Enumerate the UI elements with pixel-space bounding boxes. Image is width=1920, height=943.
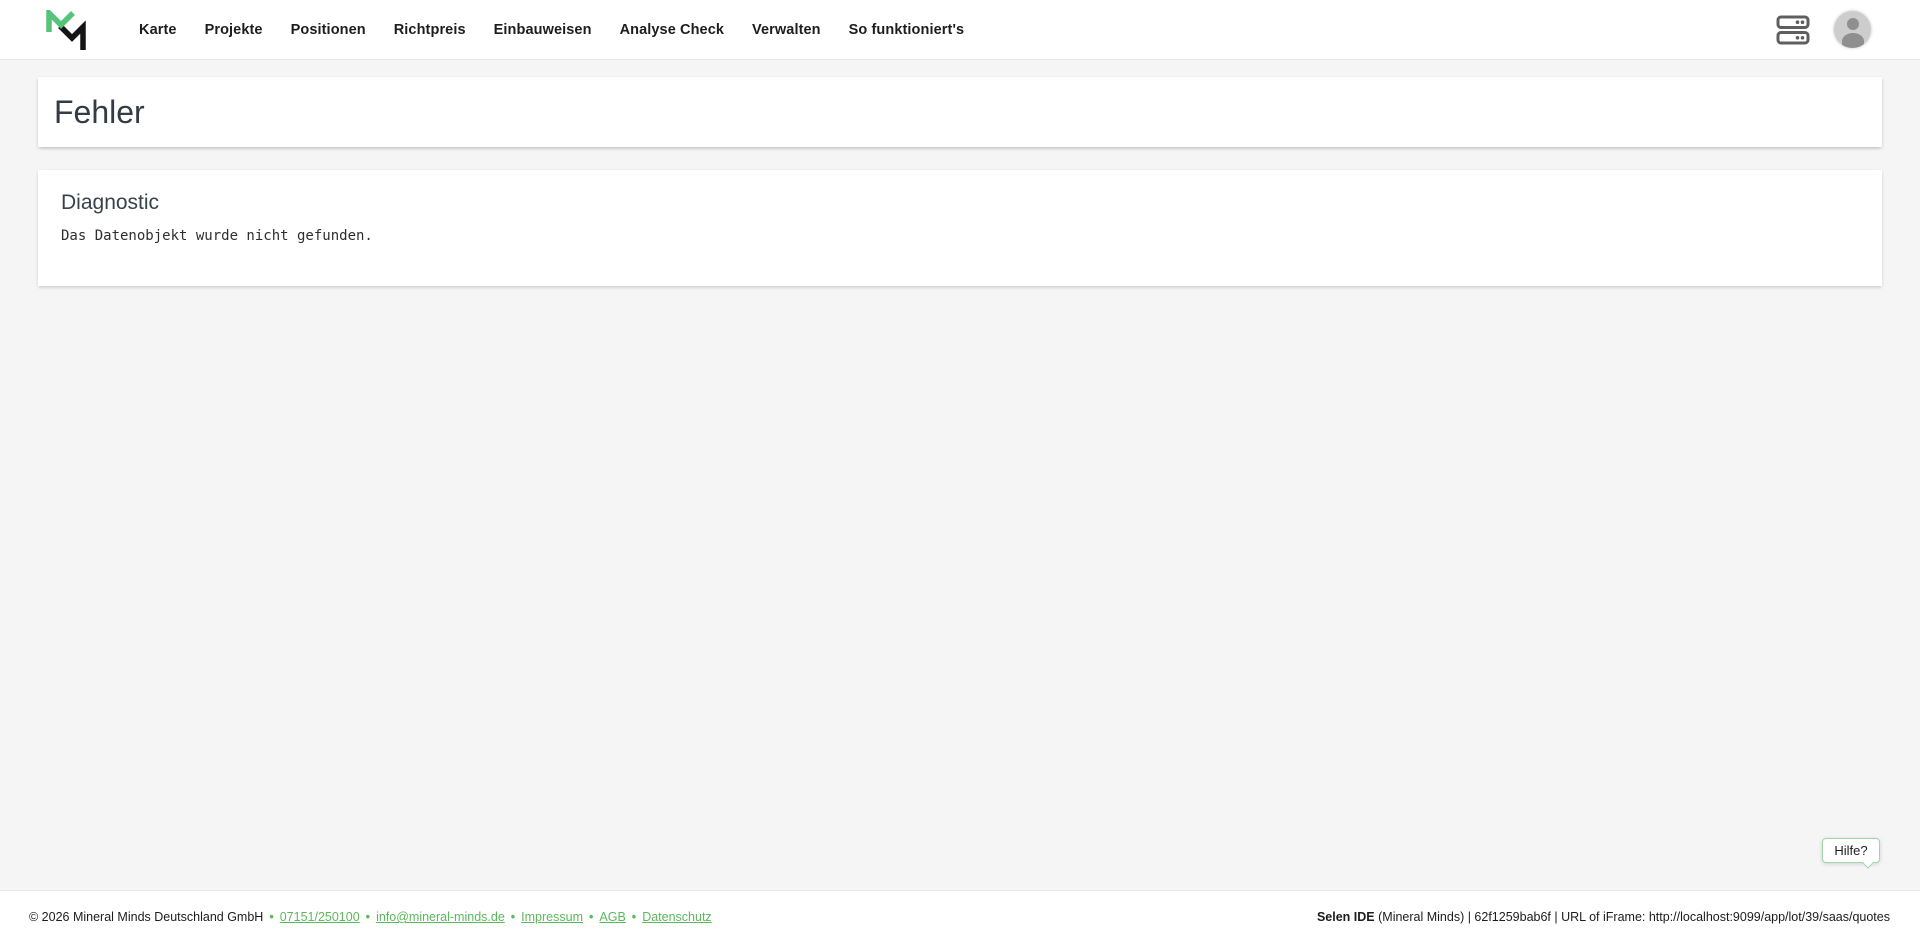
server-icon-glyph <box>1776 15 1810 45</box>
help-button[interactable]: Hilfe? <box>1822 838 1880 863</box>
footer-separator: • <box>269 910 273 924</box>
logo-mm-monogram-icon <box>46 10 86 50</box>
avatar-head-shape <box>1847 18 1859 30</box>
content-area: Fehler Diagnostic Das Datenobjekt wurde … <box>0 77 1920 286</box>
nav-item-analyse-check[interactable]: Analyse Check <box>620 22 724 38</box>
impressum-link[interactable]: Impressum <box>521 910 583 924</box>
nav-item-projekte[interactable]: Projekte <box>205 22 263 38</box>
footer-separator: • <box>511 910 515 924</box>
diagnostic-heading: Diagnostic <box>61 191 1858 215</box>
nav-item-verwalten[interactable]: Verwalten <box>752 22 821 38</box>
nav-item-positionen[interactable]: Positionen <box>291 22 366 38</box>
footer-separator: • <box>632 910 636 924</box>
footer-legal: © 2026 Mineral Minds Deutschland GmbH • … <box>29 910 712 924</box>
ide-name: Selen IDE <box>1317 910 1375 924</box>
diagnostic-card: Diagnostic Das Datenobjekt wurde nicht g… <box>38 170 1882 286</box>
diagnostic-message: Das Datenobjekt wurde nicht gefunden. <box>61 228 1858 244</box>
avatar-body-shape <box>1842 33 1864 48</box>
page-title: Fehler <box>54 94 145 131</box>
nav-item-einbauweisen[interactable]: Einbauweisen <box>494 22 592 38</box>
main-nav: Karte Projekte Positionen Richtpreis Ein… <box>139 22 964 38</box>
nav-item-so-funktionierts[interactable]: So funktioniert's <box>849 22 965 38</box>
email-link[interactable]: info@mineral-minds.de <box>376 910 505 924</box>
nav-item-richtpreis[interactable]: Richtpreis <box>394 22 466 38</box>
top-nav-bar: Karte Projekte Positionen Richtpreis Ein… <box>0 0 1920 60</box>
speech-bubble-tail <box>1862 857 1873 868</box>
header-actions <box>1776 11 1871 48</box>
mineral-minds-logo[interactable] <box>46 10 86 50</box>
help-label: Hilfe? <box>1834 843 1867 858</box>
footer-system-info: Selen IDE (Mineral Minds) | 62f1259bab6f… <box>1317 910 1890 924</box>
footer-separator: • <box>366 910 370 924</box>
user-avatar-icon[interactable] <box>1834 11 1871 48</box>
datenschutz-link[interactable]: Datenschutz <box>642 910 711 924</box>
server-icon[interactable] <box>1776 15 1810 45</box>
footer-separator: • <box>589 910 593 924</box>
system-info-text: (Mineral Minds) | 62f1259bab6f | URL of … <box>1375 910 1890 924</box>
footer: © 2026 Mineral Minds Deutschland GmbH • … <box>0 890 1920 943</box>
phone-link[interactable]: 07151/250100 <box>280 910 360 924</box>
error-title-card: Fehler <box>38 77 1882 147</box>
nav-item-karte[interactable]: Karte <box>139 22 177 38</box>
agb-link[interactable]: AGB <box>599 910 625 924</box>
copyright-text: © 2026 Mineral Minds Deutschland GmbH <box>29 910 263 924</box>
